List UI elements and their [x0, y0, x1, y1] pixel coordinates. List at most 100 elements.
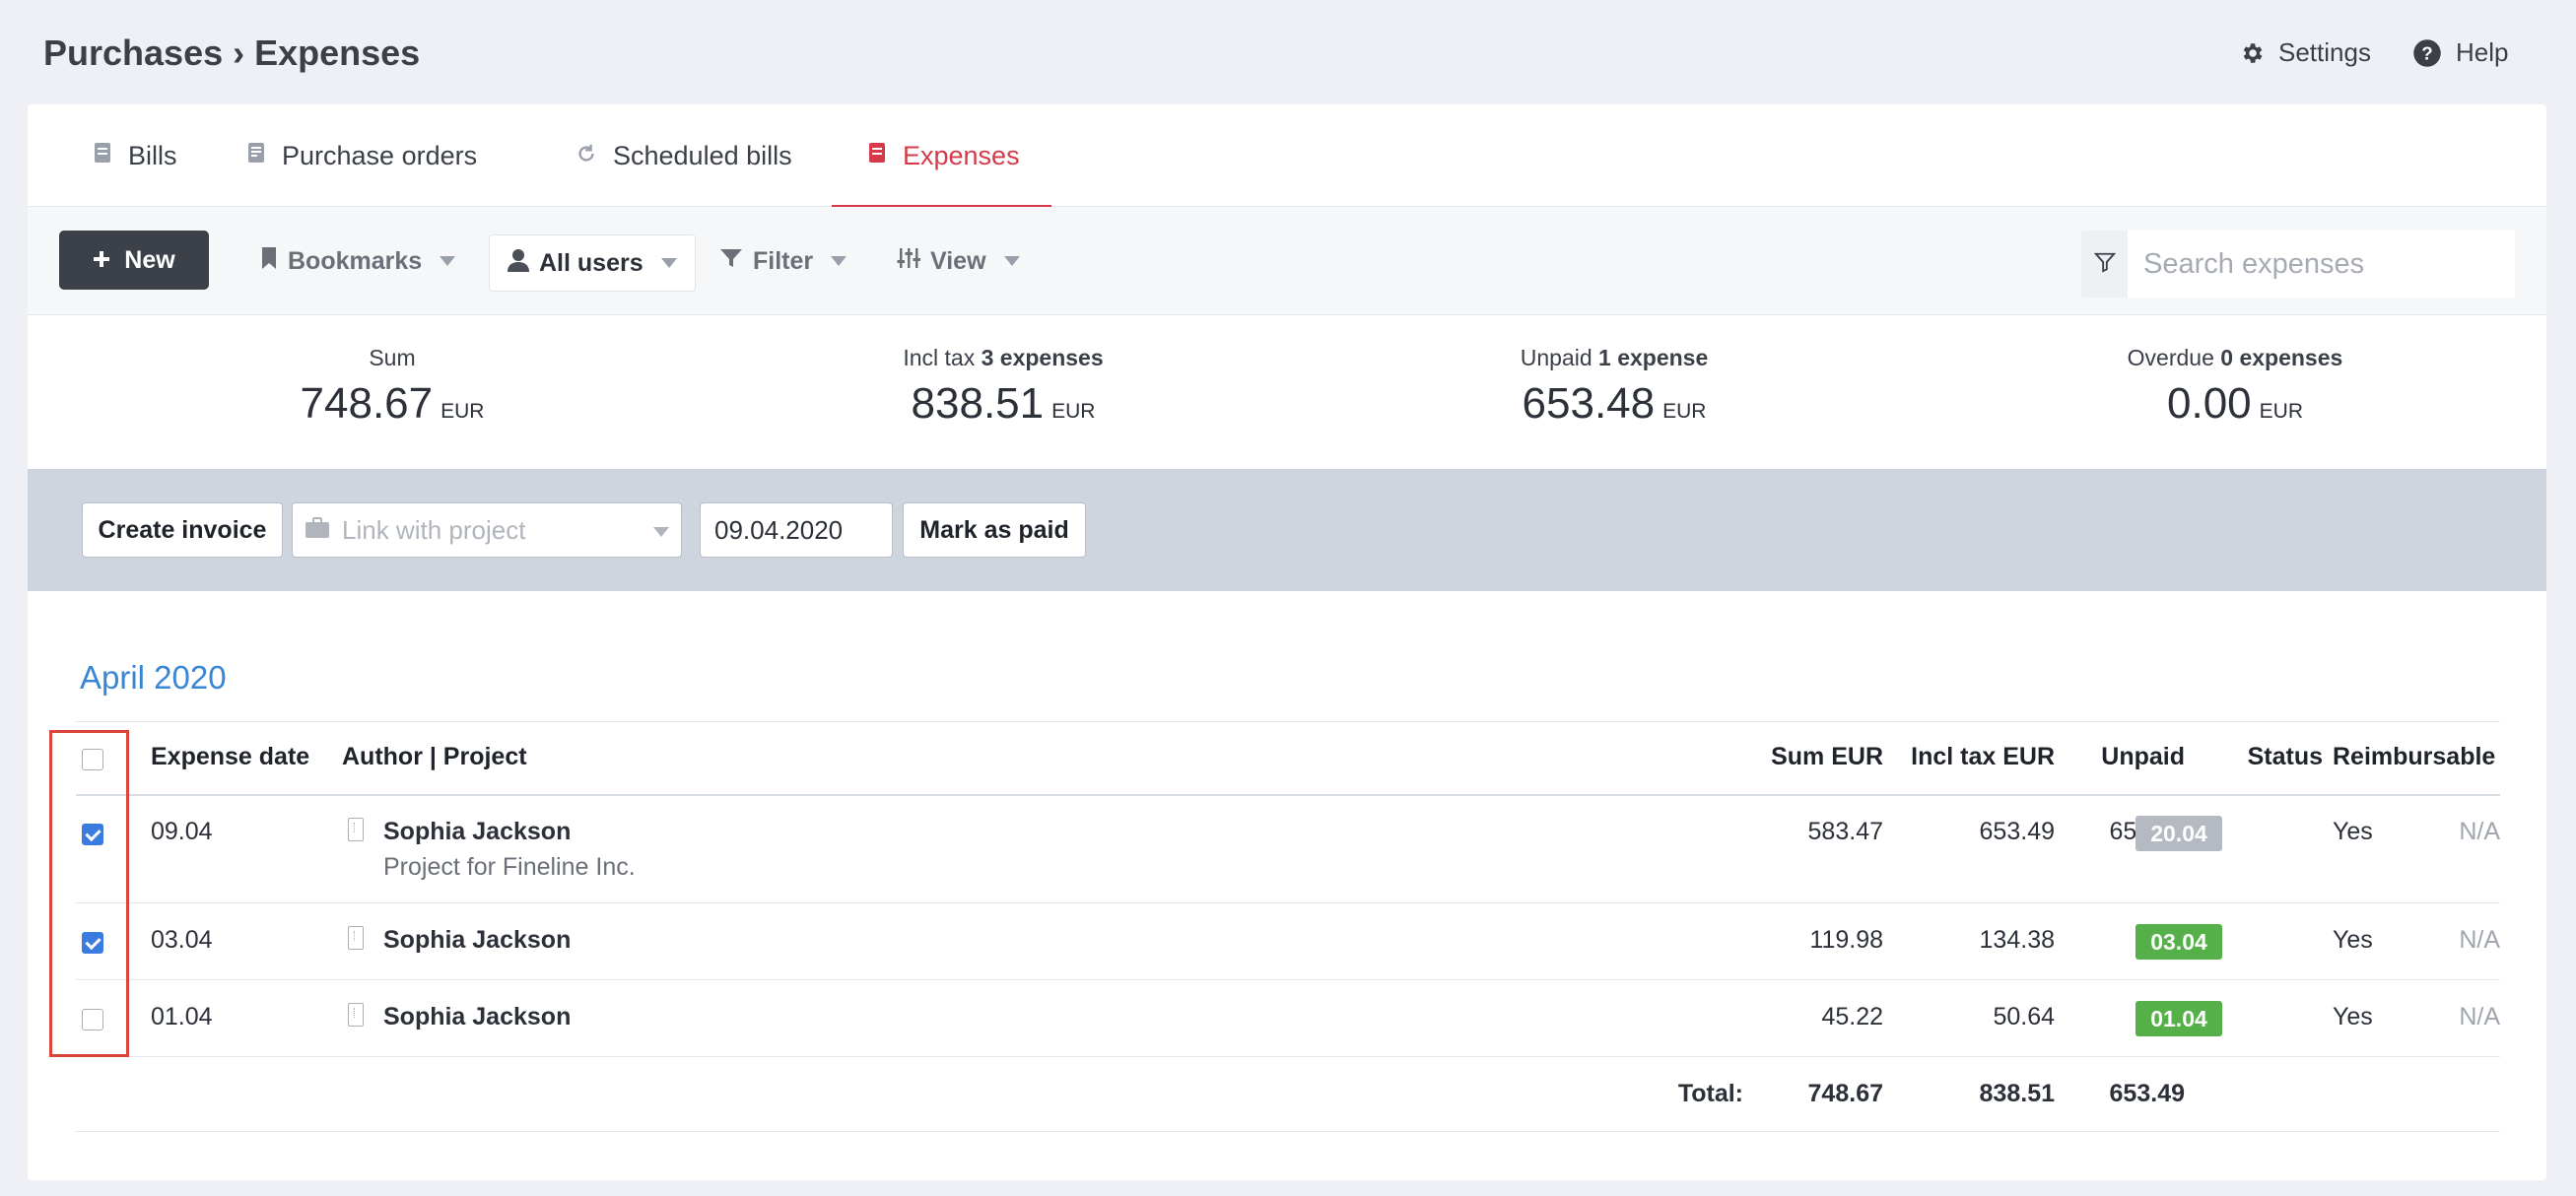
- search-box: [2081, 231, 2515, 298]
- reimbursable-value: Yes: [2333, 926, 2373, 954]
- view-dropdown[interactable]: View: [897, 234, 1020, 288]
- stat-currency: EUR: [441, 400, 485, 423]
- expense-date: 03.04: [151, 926, 213, 954]
- tab-bills[interactable]: Bills: [93, 104, 177, 207]
- stat-value: 653.48: [1522, 379, 1656, 428]
- help-icon: ?: [2412, 38, 2442, 68]
- author-name[interactable]: Sophia Jackson: [383, 1003, 571, 1031]
- search-filter-button[interactable]: [2081, 231, 2128, 298]
- stat-count: 0 expenses: [2220, 345, 2343, 370]
- status-badge: 03.04: [2135, 924, 2222, 960]
- chevron-down-icon: [653, 527, 669, 537]
- header-expense-date[interactable]: Expense date: [151, 743, 309, 771]
- tab-expenses[interactable]: Expenses: [832, 104, 1051, 208]
- top-bar: Purchases › Expenses Settings ? Help: [0, 0, 2576, 104]
- divider: [76, 1056, 2500, 1057]
- sum-value: 45.22: [1821, 1003, 1883, 1030]
- reimbursable-value: Yes: [2333, 1003, 2373, 1030]
- view-label: View: [930, 246, 986, 275]
- total-incl-tax: 838.51: [1979, 1080, 2055, 1107]
- incl-tax-value: 653.49: [1979, 818, 2055, 845]
- user-icon: [508, 248, 529, 279]
- new-label: New: [124, 245, 175, 274]
- briefcase-icon: [305, 515, 330, 546]
- status-badge: 20.04: [2135, 816, 2222, 851]
- bookmarks-label: Bookmarks: [288, 246, 423, 275]
- header-incl-tax[interactable]: Incl tax EUR: [1899, 743, 2055, 771]
- header-status[interactable]: Status: [2224, 743, 2323, 771]
- checkbox-column-highlight: [49, 730, 129, 1057]
- divider: [76, 721, 2500, 722]
- users-dropdown[interactable]: All users: [489, 234, 696, 292]
- stat-label: Unpaid: [1520, 345, 1593, 370]
- tab-label: Purchase orders: [282, 140, 478, 170]
- stat-value: 0.00: [2167, 379, 2252, 428]
- status-badge: 01.04: [2135, 1001, 2222, 1036]
- receipt-icon: [348, 926, 364, 950]
- divider: [76, 794, 2500, 796]
- purchase-orders-icon: [246, 141, 266, 171]
- extra-value: N/A: [2459, 1003, 2500, 1030]
- filter-icon: [719, 247, 743, 276]
- stat-value: 838.51: [911, 379, 1045, 428]
- bulk-action-bar: Create invoice Link with project Mark as…: [28, 469, 2546, 591]
- sliders-icon: [897, 246, 920, 277]
- receipt-icon: [348, 1003, 364, 1027]
- extra-value: N/A: [2459, 818, 2500, 845]
- tab-scheduled-bills[interactable]: Scheduled bills: [576, 104, 792, 207]
- tab-bar: Bills Purchase orders Scheduled bills Ex…: [28, 104, 2546, 208]
- stat-unpaid: Unpaid 1 expense 653.48 EUR: [1348, 345, 1880, 429]
- author-name[interactable]: Sophia Jackson: [383, 818, 571, 846]
- new-button[interactable]: New: [59, 231, 209, 290]
- stat-overdue: Overdue 0 expenses 0.00 EUR: [1969, 345, 2501, 429]
- link-project-select[interactable]: Link with project: [292, 502, 682, 558]
- header-sum[interactable]: Sum EUR: [1653, 743, 1883, 771]
- help-link[interactable]: ? Help: [2412, 37, 2508, 68]
- filter-label: Filter: [753, 246, 814, 275]
- bookmark-icon: [260, 246, 278, 277]
- chevron-down-icon: [660, 258, 677, 268]
- toolbar: New Bookmarks All users Filter View: [28, 207, 2546, 315]
- stat-currency: EUR: [2259, 400, 2303, 423]
- sum-value: 583.47: [1807, 818, 1883, 845]
- total-sum: 748.67: [1807, 1080, 1883, 1107]
- reimbursable-value: Yes: [2333, 818, 2373, 845]
- tab-label: Expenses: [903, 140, 1020, 170]
- create-invoice-button[interactable]: Create invoice: [82, 502, 283, 558]
- divider: [76, 979, 2500, 980]
- stat-sum: Sum 748.67 EUR: [126, 345, 658, 429]
- summary-strip: Sum 748.67 EUR Incl tax 3 expenses 838.51…: [28, 315, 2546, 469]
- author-name[interactable]: Sophia Jackson: [383, 926, 571, 955]
- gear-icon: [2239, 40, 2265, 66]
- stat-value: 748.67: [300, 379, 434, 428]
- tab-label: Scheduled bills: [613, 140, 792, 170]
- search-input[interactable]: [2128, 231, 2515, 298]
- help-label: Help: [2456, 37, 2509, 67]
- bookmarks-dropdown[interactable]: Bookmarks: [260, 234, 456, 288]
- bills-icon: [93, 141, 112, 171]
- date-field[interactable]: [700, 502, 893, 558]
- tab-purchase-orders[interactable]: Purchase orders: [246, 104, 477, 207]
- chevron-down-icon: [440, 256, 456, 266]
- header-author-project[interactable]: Author | Project: [342, 743, 527, 771]
- total-unpaid: 653.49: [2109, 1080, 2185, 1107]
- stat-label: Incl tax: [903, 345, 976, 370]
- project-name[interactable]: Project for Fineline Inc.: [383, 853, 636, 882]
- funnel-icon: [2093, 251, 2116, 278]
- users-label: All users: [539, 248, 644, 277]
- incl-tax-value: 50.64: [1993, 1003, 2055, 1030]
- header-unpaid[interactable]: Unpaid: [2086, 743, 2185, 771]
- stat-currency: EUR: [1051, 400, 1096, 423]
- stat-currency: EUR: [1662, 400, 1707, 423]
- stat-count: 1 expense: [1598, 345, 1709, 370]
- link-project-placeholder: Link with project: [342, 514, 526, 545]
- receipt-icon: [348, 818, 364, 841]
- mark-as-paid-button[interactable]: Mark as paid: [903, 502, 1086, 558]
- refresh-icon: [576, 141, 597, 171]
- extra-value: N/A: [2459, 926, 2500, 954]
- settings-label: Settings: [2278, 37, 2371, 67]
- filter-dropdown[interactable]: Filter: [719, 234, 847, 288]
- divider: [76, 902, 2500, 903]
- settings-link[interactable]: Settings: [2239, 37, 2371, 68]
- header-reimbursable[interactable]: Reimbursable: [2333, 743, 2495, 771]
